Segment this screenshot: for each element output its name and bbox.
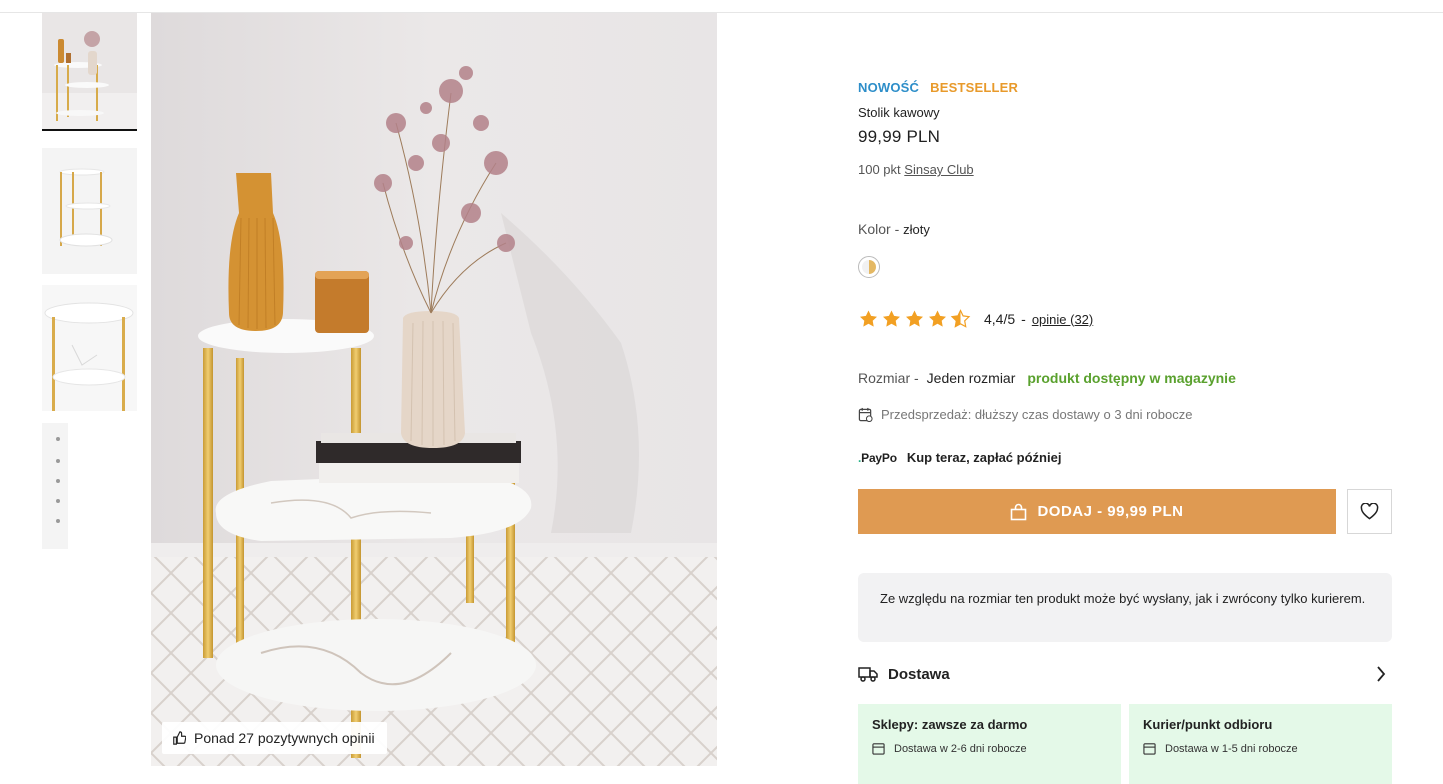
chevron-right-icon <box>1377 666 1386 682</box>
star-icon <box>906 310 923 327</box>
size-value: Jeden rozmiar <box>926 370 1016 386</box>
delivery-option-time: Dostawa w 1-5 dni robocze <box>1165 742 1298 755</box>
delivery-option-time: Dostawa w 2-6 dni robocze <box>894 742 1027 755</box>
add-to-wishlist-button[interactable] <box>1347 489 1392 534</box>
main-product-image[interactable]: Ponad 27 pozytywnych opinii <box>151 13 717 766</box>
positive-reviews-text: Ponad 27 pozytywnych opinii <box>194 730 375 746</box>
thumbnail-2[interactable] <box>42 148 137 274</box>
star-icon <box>883 310 900 327</box>
delivery-option-title: Kurier/punkt odbioru <box>1143 717 1273 732</box>
calendar-icon <box>872 743 885 755</box>
courier-notice: Ze względu na rozmiar ten produkt może b… <box>858 573 1392 642</box>
color-row: Kolor - złoty <box>858 221 930 237</box>
add-to-cart-button[interactable]: DODAJ - 99,99 PLN <box>858 489 1336 534</box>
calendar-icon <box>858 407 873 422</box>
rating-separator: - <box>1021 311 1026 327</box>
paypo-row[interactable]: .PayPo Kup teraz, zapłać później <box>858 450 1061 465</box>
product-price: 99,99 PLN <box>858 127 941 146</box>
size-row: Rozmiar - Jeden rozmiar produkt dostępny… <box>858 370 1236 386</box>
size-label: Rozmiar - <box>858 370 919 386</box>
rating-row: 4,4/5 - opinie (32) <box>858 309 1093 329</box>
like-icon <box>173 731 186 745</box>
product-badges: NOWOŚĆ BESTSELLER <box>858 80 1018 95</box>
badge-bestseller: BESTSELLER <box>930 80 1019 95</box>
delivery-title: Dostawa <box>888 665 950 683</box>
add-to-cart-label: DODAJ - 99,99 PLN <box>1037 503 1184 520</box>
thumbnail-1[interactable] <box>42 13 137 131</box>
heart-icon <box>1360 503 1379 520</box>
calendar-icon <box>1143 743 1156 755</box>
presale-text: Przedsprzedaż: dłuższy czas dostawy o 3 … <box>881 407 1193 422</box>
thumbnail-3[interactable] <box>42 285 137 411</box>
stock-status: produkt dostępny w magazynie <box>1027 370 1236 386</box>
color-value: złoty <box>903 222 930 237</box>
sinsay-club-link[interactable]: Sinsay Club <box>904 162 973 177</box>
delivery-option-stores: Sklepy: zawsze za darmo Dostawa w 2-6 dn… <box>858 704 1121 784</box>
presale-note: Przedsprzedaż: dłuższy czas dostawy o 3 … <box>858 407 1192 422</box>
club-points: 100 pkt Sinsay Club <box>858 162 974 177</box>
truck-icon <box>858 667 878 682</box>
rating-value: 4,4/5 <box>984 311 1016 327</box>
delivery-option-courier: Kurier/punkt odbioru Dostawa w 1-5 dni r… <box>1129 704 1392 784</box>
bag-icon <box>1011 503 1027 520</box>
thumbnail-4[interactable] <box>42 423 68 549</box>
rating-stars <box>858 309 971 329</box>
reviews-link[interactable]: opinie (32) <box>1032 312 1093 327</box>
star-icon <box>929 310 946 327</box>
delivery-option-line: Dostawa w 2-6 dni robocze <box>872 742 1107 755</box>
color-swatch-gold[interactable] <box>858 256 880 278</box>
positive-reviews-badge: Ponad 27 pozytywnych opinii <box>162 722 387 754</box>
product-title: Stolik kawowy <box>858 105 940 120</box>
delivery-option-title: Sklepy: zawsze za darmo <box>872 717 1028 732</box>
paypo-text: Kup teraz, zapłać później <box>906 450 1062 465</box>
delivery-section-toggle[interactable]: Dostawa <box>858 662 1392 686</box>
delivery-option-line: Dostawa w 1-5 dni robocze <box>1143 742 1378 755</box>
star-icon <box>860 310 877 327</box>
paypo-logo-pay: Pay <box>861 450 882 465</box>
color-label: Kolor - <box>858 221 900 237</box>
paypo-logo: .PayPo <box>858 451 897 465</box>
club-points-value: 100 pkt <box>858 162 901 177</box>
badge-new: NOWOŚĆ <box>858 80 920 95</box>
paypo-logo-po: Po <box>881 450 897 465</box>
star-half-icon <box>950 309 971 328</box>
